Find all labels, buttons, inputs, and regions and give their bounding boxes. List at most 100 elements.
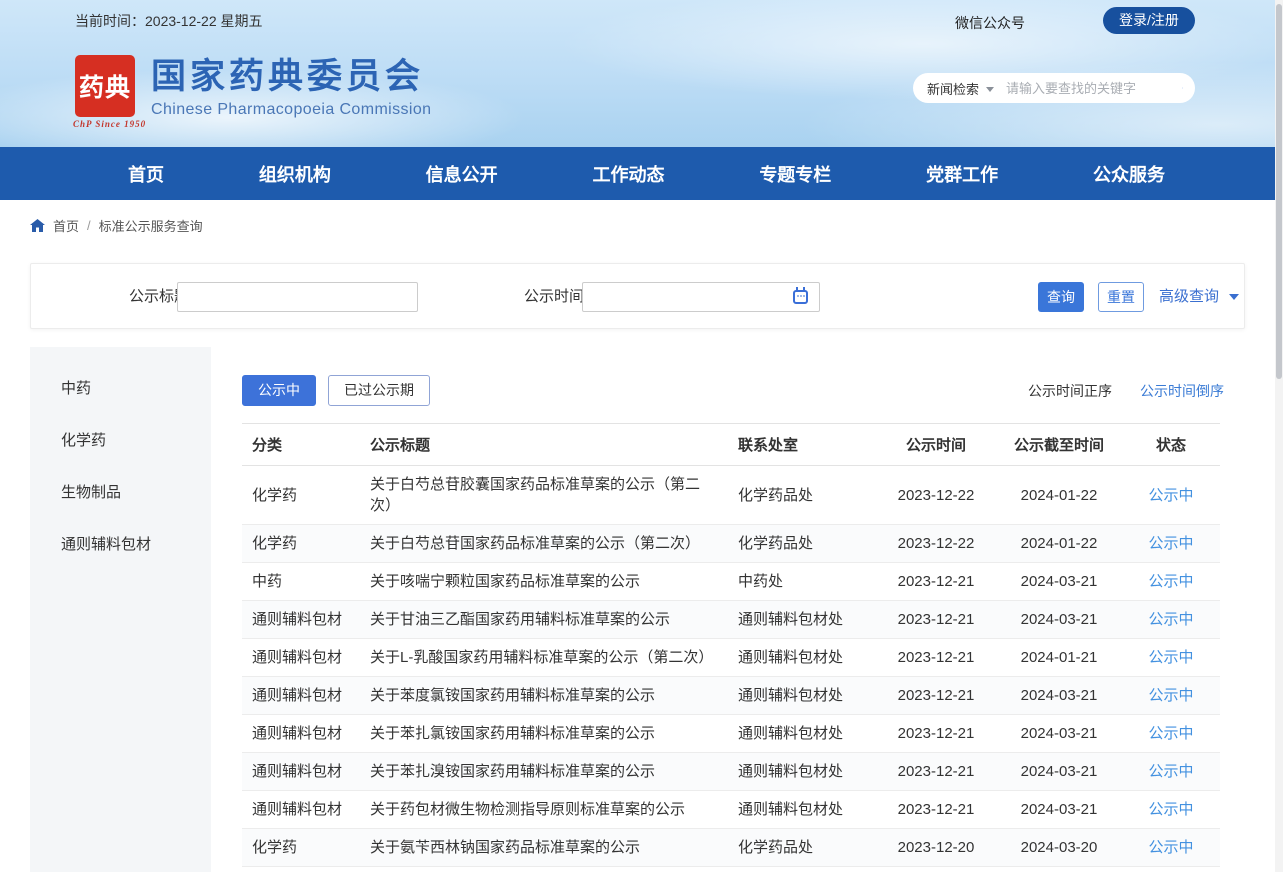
cell-start-date: 2023-12-21 <box>876 677 996 715</box>
status-link[interactable]: 公示中 <box>1148 839 1193 856</box>
header-office: 联系处室 <box>728 424 876 466</box>
cell-start-date: 2023-12-21 <box>876 715 996 753</box>
cell-category: 化学药 <box>242 466 360 525</box>
table-row: 中药 关于咳喘宁颗粒国家药品标准草案的公示 中药处 2023-12-21 202… <box>242 563 1220 601</box>
cell-category: 通则辅料包材 <box>242 753 360 791</box>
status-link[interactable]: 公示中 <box>1148 687 1193 704</box>
cell-start-date: 2023-12-20 <box>876 829 996 867</box>
seal-caption: ChP Since 1950 <box>73 119 153 129</box>
cell-start-date: 2023-12-21 <box>876 563 996 601</box>
home-icon[interactable] <box>30 219 45 233</box>
query-button[interactable]: 查询 <box>1038 282 1084 312</box>
sidebar-category-item[interactable]: 化学药 <box>30 415 211 467</box>
cell-title[interactable]: 关于L-乳酸国家药用辅料标准草案的公示（第二次） <box>360 639 728 677</box>
cell-category: 通则辅料包材 <box>242 639 360 677</box>
status-link[interactable]: 公示中 <box>1148 801 1193 818</box>
site-title-block: 国家药典委员会 Chinese Pharmacopoeia Commission <box>151 55 431 119</box>
cell-end-date: 2024-03-21 <box>996 601 1122 639</box>
current-time: 当前时间：2023-12-22 星期五 <box>75 11 263 31</box>
cell-title[interactable]: 关于甘油三乙酯国家药用辅料标准草案的公示 <box>360 601 728 639</box>
cell-category: 通则辅料包材 <box>242 715 360 753</box>
status-link[interactable]: 公示中 <box>1148 611 1193 628</box>
site-search-bar[interactable]: 新闻检索 <box>913 73 1195 103</box>
cell-status: 公示中 <box>1122 563 1220 601</box>
sidebar-category-item[interactable]: 中药 <box>30 363 211 415</box>
login-register-button[interactable]: 登录/注册 <box>1103 7 1195 34</box>
cell-title[interactable]: 关于咳喘宁颗粒国家药品标准草案的公示 <box>360 563 728 601</box>
content-area: 中药化学药生物制品通则辅料包材 公示中 已过公示期 公示时间正序 公示时间倒序 … <box>30 347 1245 872</box>
cell-end-date: 2024-01-21 <box>996 639 1122 677</box>
table-row: 化学药 关于白芍总苷胶囊国家药品标准草案的公示（第二次） 化学药品处 2023-… <box>242 466 1220 525</box>
nav-item[interactable]: 工作动态 <box>592 161 664 187</box>
cell-end-date: 2024-03-21 <box>996 791 1122 829</box>
cell-title[interactable]: 关于苯扎氯铵国家药用辅料标准草案的公示 <box>360 715 728 753</box>
header-title: 公示标题 <box>360 424 728 466</box>
breadcrumb: 首页 / 标准公示服务查询 <box>30 216 203 235</box>
header-end-date: 公示截至时间 <box>996 424 1122 466</box>
publicity-date-input[interactable] <box>582 282 820 312</box>
cell-title[interactable]: 关于白芍总苷国家药品标准草案的公示（第二次） <box>360 525 728 563</box>
chp-seal-logo: 药典 ChP Since 1950 <box>75 55 135 117</box>
nav-item[interactable]: 首页 <box>128 161 164 187</box>
search-filter-panel: 公示标题： 公示时间： 查询 重置 高级查询 <box>30 263 1245 329</box>
cell-office: 通则辅料包材处 <box>728 677 876 715</box>
table-row: 化学药 关于氨苄西林钠国家药品标准草案的公示 化学药品处 2023-12-20 … <box>242 829 1220 867</box>
cell-start-date: 2023-12-22 <box>876 466 996 525</box>
cell-end-date: 2024-01-22 <box>996 525 1122 563</box>
status-link[interactable]: 公示中 <box>1148 487 1193 504</box>
wechat-account-link[interactable]: 微信公众号 <box>955 13 1025 33</box>
cell-end-date: 2024-03-20 <box>996 829 1122 867</box>
nav-item[interactable]: 信息公开 <box>426 161 498 187</box>
breadcrumb-home[interactable]: 首页 <box>53 216 79 235</box>
nav-item[interactable]: 公众服务 <box>1093 161 1165 187</box>
cell-title[interactable]: 关于苯度氯铵国家药用辅料标准草案的公示 <box>360 677 728 715</box>
status-link[interactable]: 公示中 <box>1148 725 1193 742</box>
site-search-input[interactable] <box>1006 81 1182 96</box>
cell-start-date: 2023-12-21 <box>876 791 996 829</box>
cell-category: 中药 <box>242 563 360 601</box>
search-icon[interactable] <box>1182 79 1183 97</box>
header-start-date: 公示时间 <box>876 424 996 466</box>
cell-category: 通则辅料包材 <box>242 601 360 639</box>
cell-status: 公示中 <box>1122 466 1220 525</box>
calendar-icon[interactable] <box>793 290 808 304</box>
sidebar-category-item[interactable]: 通则辅料包材 <box>30 519 211 571</box>
cell-status: 公示中 <box>1122 525 1220 563</box>
sort-ascending-link[interactable]: 公示时间正序 <box>1028 381 1112 401</box>
header-category: 分类 <box>242 424 360 466</box>
sidebar-category-item[interactable]: 生物制品 <box>30 467 211 519</box>
seal-text: 药典 <box>79 68 131 104</box>
sort-descending-link[interactable]: 公示时间倒序 <box>1140 381 1224 401</box>
cell-title[interactable]: 关于苯扎溴铵国家药用辅料标准草案的公示 <box>360 753 728 791</box>
status-link[interactable]: 公示中 <box>1148 573 1193 590</box>
site-title-en: Chinese Pharmacopoeia Commission <box>151 101 431 119</box>
tab-expired-publicity[interactable]: 已过公示期 <box>328 375 430 406</box>
nav-item[interactable]: 组织机构 <box>259 161 331 187</box>
table-row: 通则辅料包材 关于药包材微生物检测指导原则标准草案的公示 通则辅料包材处 202… <box>242 791 1220 829</box>
reset-button[interactable]: 重置 <box>1098 282 1144 312</box>
cell-status: 公示中 <box>1122 791 1220 829</box>
scrollbar-thumb[interactable] <box>1276 4 1282 379</box>
cell-category: 化学药 <box>242 829 360 867</box>
tab-in-publicity[interactable]: 公示中 <box>242 375 316 406</box>
nav-item[interactable]: 党群工作 <box>926 161 998 187</box>
cell-start-date: 2023-12-21 <box>876 601 996 639</box>
cell-status: 公示中 <box>1122 715 1220 753</box>
table-row: 通则辅料包材 关于苯扎氯铵国家药用辅料标准草案的公示 通则辅料包材处 2023-… <box>242 715 1220 753</box>
nav-item[interactable]: 专题专栏 <box>759 161 831 187</box>
page-scrollbar[interactable] <box>1275 0 1283 872</box>
cell-title[interactable]: 关于白芍总苷胶囊国家药品标准草案的公示（第二次） <box>360 466 728 525</box>
cell-end-date: 2024-01-22 <box>996 466 1122 525</box>
cell-title[interactable]: 关于药包材微生物检测指导原则标准草案的公示 <box>360 791 728 829</box>
status-link[interactable]: 公示中 <box>1148 763 1193 780</box>
status-link[interactable]: 公示中 <box>1148 535 1193 552</box>
site-logo: 药典 ChP Since 1950 国家药典委员会 Chinese Pharma… <box>75 55 431 119</box>
search-category-select[interactable]: 新闻检索 <box>927 79 979 98</box>
cell-start-date: 2023-12-21 <box>876 639 996 677</box>
sort-links: 公示时间正序 公示时间倒序 <box>1028 381 1224 401</box>
cell-start-date: 2023-12-21 <box>876 753 996 791</box>
publicity-title-input[interactable] <box>177 282 418 312</box>
cell-title[interactable]: 关于氨苄西林钠国家药品标准草案的公示 <box>360 829 728 867</box>
status-link[interactable]: 公示中 <box>1148 649 1193 666</box>
advanced-search-toggle[interactable]: 高级查询 <box>1159 264 1239 330</box>
